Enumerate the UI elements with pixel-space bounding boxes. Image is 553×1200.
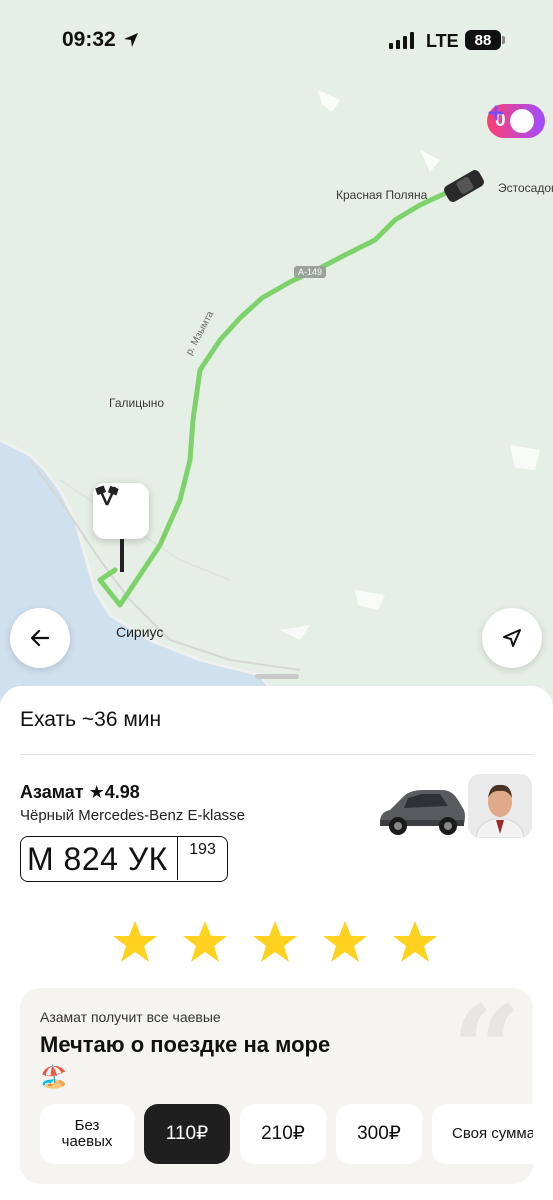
destination-pin-stem <box>120 539 124 572</box>
star-4-icon[interactable] <box>321 918 369 966</box>
driver-name: Азамат <box>20 782 84 802</box>
driver-photo <box>468 774 532 838</box>
map-label-krasnaya-polyana: Красная Поляна <box>336 188 428 202</box>
car-description: Чёрный Mercedes-Benz E-klasse <box>20 807 246 824</box>
back-button[interactable] <box>10 608 70 668</box>
quote-icon: “ <box>452 988 522 1120</box>
car-marker-icon <box>444 170 484 202</box>
eta-title: Ехать ~36 мин <box>20 708 162 731</box>
map-view[interactable]: Красная Поляна Эстосадок Галицыно Сириус… <box>0 0 553 700</box>
trip-sheet: Ехать ~36 мин Азамат ★4.98 Чёрный Merced… <box>0 686 553 1200</box>
star-5-icon[interactable] <box>391 918 439 966</box>
plus-icon <box>488 105 534 133</box>
star-1-icon[interactable] <box>111 918 159 966</box>
tip-300-button[interactable]: 300₽ <box>336 1104 422 1164</box>
tips-subtitle: Азамат получит все чаевые <box>40 1009 221 1025</box>
driver-avatar[interactable] <box>468 774 532 838</box>
tip-custom-button[interactable]: Своя сумма <box>432 1104 533 1164</box>
battery-indicator: 88 <box>465 30 505 50</box>
tip-none-button[interactable]: Без чаевых <box>40 1104 134 1164</box>
network-type: LTE <box>426 31 459 51</box>
divider <box>20 754 533 755</box>
navigation-arrow-icon <box>503 629 521 647</box>
tip-options: Без чаевых 110₽ 210₽ 300₽ Своя сумма <box>40 1104 533 1164</box>
tips-title: Мечтаю о поездке на море <box>40 1032 331 1057</box>
tip-none-label-1: Без <box>74 1116 100 1134</box>
location-arrow-icon <box>123 33 138 47</box>
tips-card: “ Азамат получит все чаевые Мечтаю о пое… <box>20 988 533 1184</box>
map-label-galitsyno: Галицыно <box>109 396 165 410</box>
status-time-text: 09:32 <box>62 28 116 51</box>
star-3-icon[interactable] <box>251 918 299 966</box>
arrow-left-icon <box>30 629 50 647</box>
plate-region: 193 <box>177 837 227 880</box>
cell-signal-icon <box>389 31 414 49</box>
plate-number: М 824 УК <box>27 840 168 877</box>
status-bar: 09:32 LTE 88 <box>0 0 553 80</box>
map-label-sirius: Сириус <box>116 624 164 640</box>
driver-rating: 4.98 <box>104 782 140 802</box>
status-time: 09:32 <box>62 28 140 52</box>
destination-pin[interactable] <box>93 483 149 539</box>
map-canvas <box>0 90 540 700</box>
rating-star-icon: ★ <box>88 782 105 802</box>
license-plate: М 824 УК 193 <box>20 836 228 882</box>
tip-210-button[interactable]: 210₽ <box>240 1104 326 1164</box>
driver-name-rating: Азамат ★4.98 <box>20 782 140 803</box>
finish-flags-icon <box>95 485 119 506</box>
map-label-estosadok: Эстосадок <box>498 181 553 195</box>
locate-me-button[interactable] <box>482 608 542 668</box>
plus-points-badge[interactable]: 0 <box>487 104 545 138</box>
beach-icon: 🏖️ <box>40 1064 68 1089</box>
road-badge: А-149 <box>294 266 327 278</box>
star-2-icon[interactable] <box>181 918 229 966</box>
sheet-drag-handle[interactable] <box>255 674 299 679</box>
tip-none-label-2: чаевых <box>61 1133 113 1150</box>
rating-stars <box>111 918 439 966</box>
tip-110-button[interactable]: 110₽ <box>144 1104 230 1164</box>
car-image <box>380 790 465 835</box>
